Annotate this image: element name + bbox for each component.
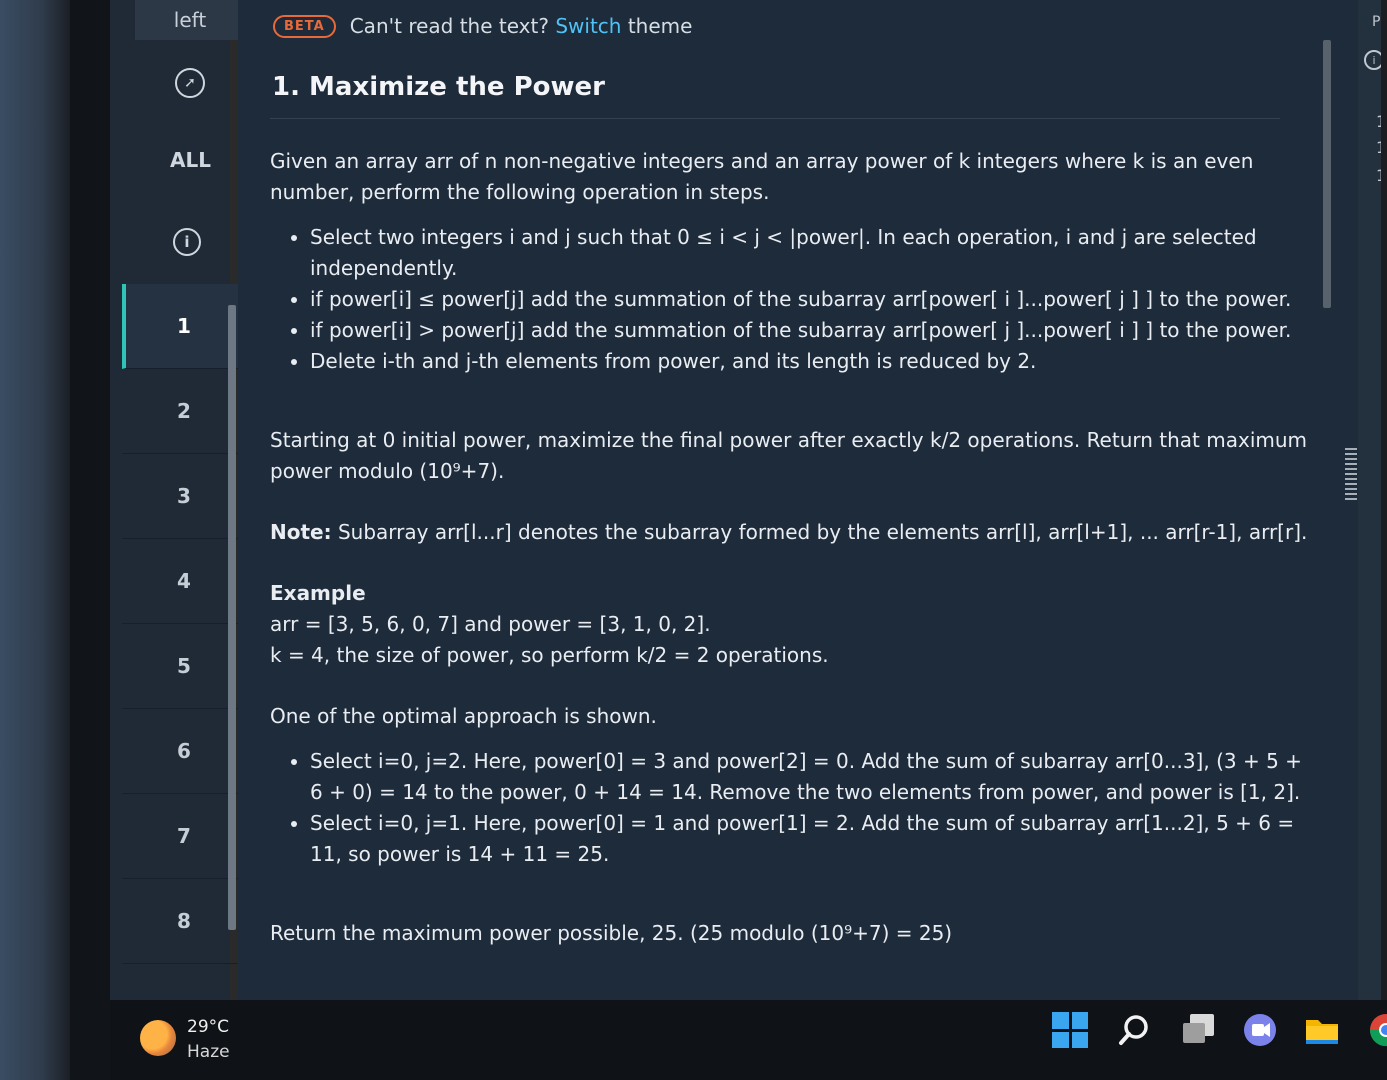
chat-icon[interactable] <box>1242 1012 1278 1048</box>
search-icon[interactable] <box>1116 1012 1152 1048</box>
approach-steps: Select i=0, j=2. Here, power[0] = 3 and … <box>270 746 1320 870</box>
example-line: arr = [3, 5, 6, 0, 7] and power = [3, 1,… <box>270 612 711 636</box>
operation-step: if power[i] ≤ power[j] add the summation… <box>310 284 1320 315</box>
editor-panel-letter: P <box>1372 14 1381 30</box>
title-divider <box>270 118 1280 119</box>
note-text: Subarray arr[l...r] denotes the subarray… <box>337 520 1308 544</box>
operation-step: Delete i-th and j-th elements from power… <box>310 346 1320 377</box>
question-item-1[interactable]: 1 <box>122 284 240 369</box>
approach-intro: One of the optimal approach is shown. <box>270 704 657 728</box>
windows-start-icon[interactable] <box>1052 1012 1088 1048</box>
theme-banner: BETA Can't read the text? Switch theme <box>273 14 692 38</box>
operation-step: if power[i] > power[j] add the summation… <box>310 315 1320 346</box>
example-line: k = 4, the size of power, so perform k/2… <box>270 643 829 667</box>
question-item-8[interactable]: 8 <box>122 879 240 964</box>
question-item-6[interactable]: 6 <box>122 709 240 794</box>
sidebar-top-tab[interactable]: left <box>135 0 245 40</box>
banner-suffix: theme <box>627 14 693 38</box>
chrome-icon[interactable] <box>1368 1012 1387 1048</box>
sidebar-top-tab-label: left <box>173 8 207 32</box>
problem-title: 1. Maximize the Power <box>272 72 605 102</box>
sidebar-scrollbar[interactable] <box>228 305 236 930</box>
approach-step: Select i=0, j=2. Here, power[0] = 3 and … <box>310 746 1320 808</box>
monitor-bezel <box>70 0 110 1080</box>
beta-badge: BETA <box>273 14 336 38</box>
banner-prefix: Can't read the text? <box>349 14 549 38</box>
sidebar-all-filter[interactable]: ALL <box>170 148 211 172</box>
operation-step: Select two integers i and j such that 0 … <box>310 222 1320 284</box>
question-item-4[interactable]: 4 <box>122 539 240 624</box>
question-item-5[interactable]: 5 <box>122 624 240 709</box>
compass-icon[interactable]: ➚ <box>175 68 205 98</box>
info-icon[interactable]: i <box>173 228 201 256</box>
weather-icon[interactable] <box>140 1020 176 1056</box>
weather-condition[interactable]: Haze <box>187 1042 230 1062</box>
approach-step: Select i=0, j=1. Here, power[0] = 1 and … <box>310 808 1320 870</box>
switch-theme-link[interactable]: Switch <box>555 14 621 38</box>
weather-temperature[interactable]: 29°C <box>187 1017 229 1037</box>
banner-text: Can't read the text? Switch theme <box>350 14 693 38</box>
problem-objective: Starting at 0 initial power, maximize th… <box>270 428 1308 483</box>
question-item-2[interactable]: 2 <box>122 369 240 454</box>
problem-intro: Given an array arr of n non-negative int… <box>270 149 1254 204</box>
operation-steps: Select two integers i and j such that 0 … <box>270 222 1320 377</box>
example-result: Return the maximum power possible, 25. (… <box>270 921 953 945</box>
problem-statement: Given an array arr of n non-negative int… <box>270 146 1320 949</box>
example-heading: Example <box>270 581 366 605</box>
file-explorer-icon[interactable] <box>1304 1012 1340 1048</box>
problem-scrollbar[interactable] <box>1323 40 1331 308</box>
task-view-icon[interactable] <box>1180 1012 1216 1048</box>
panel-resize-handle[interactable] <box>1345 448 1357 500</box>
note-label: Note: <box>270 520 332 544</box>
question-item-3[interactable]: 3 <box>122 454 240 539</box>
monitor-bezel <box>1381 0 1387 1080</box>
problem-note: Note: Subarray arr[l...r] denotes the su… <box>270 517 1320 548</box>
question-item-7[interactable]: 7 <box>122 794 240 879</box>
photo-background <box>0 0 70 1080</box>
question-list: 1 2 3 4 5 6 7 8 <box>122 284 240 964</box>
